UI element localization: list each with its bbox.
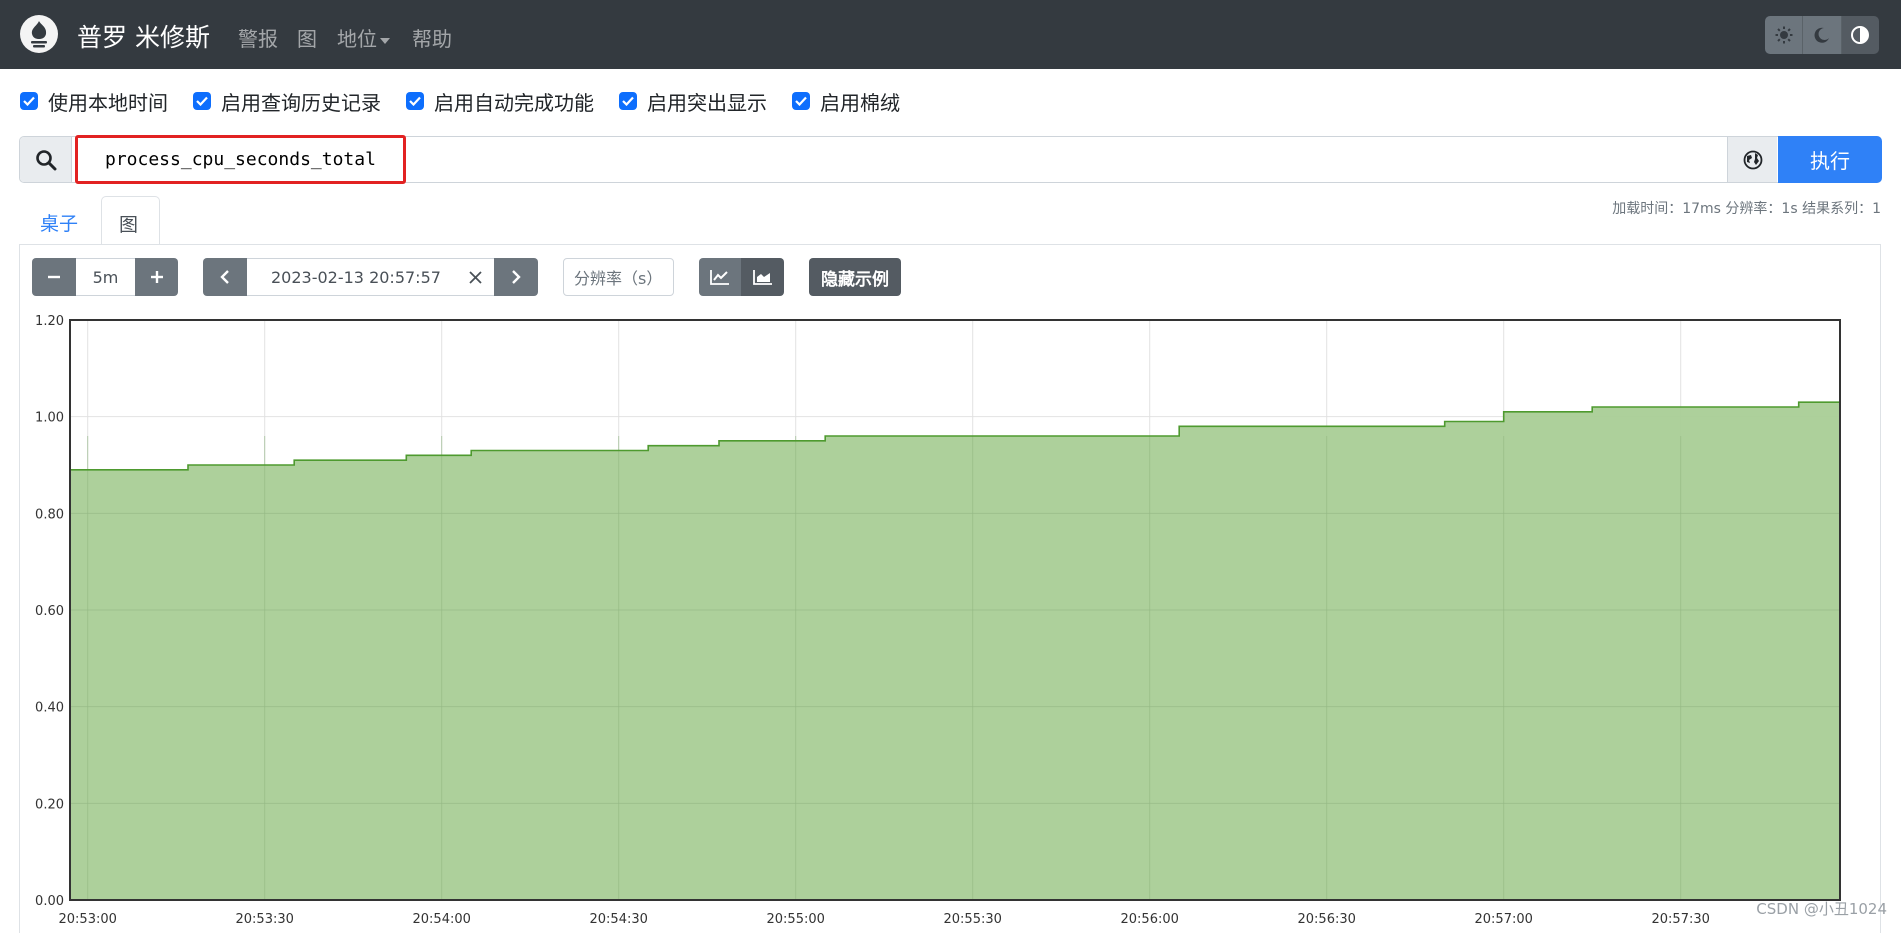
y-tick-label: 0.20 [35,797,64,812]
y-tick-label: 0.60 [35,604,64,619]
x-tick-label: 20:56:00 [1121,912,1179,927]
x-tick-label: 20:57:00 [1475,912,1533,927]
x-tick-label: 20:57:30 [1652,912,1710,927]
x-tick-label: 20:55:30 [944,912,1002,927]
y-tick-label: 0.80 [35,507,64,522]
x-tick-label: 20:53:30 [236,912,294,927]
cpu-seconds-chart: 0.00 0.20 0.40 0.60 0.80 1.00 1.20 20:53:00 20:5… [35,314,1841,927]
y-tick-label: 0.00 [35,894,64,909]
y-tick-label: 1.00 [35,411,64,426]
x-tick-label: 20:55:00 [767,912,825,927]
y-tick-label: 1.20 [35,314,64,329]
series-area [70,402,1840,900]
x-tick-label: 20:54:30 [590,912,648,927]
watermark: CSDN @小丑1024 [1756,900,1887,918]
y-tick-label: 0.40 [35,701,64,716]
x-tick-label: 20:53:00 [59,912,117,927]
x-tick-label: 20:54:00 [413,912,471,927]
x-tick-label: 20:56:30 [1298,912,1356,927]
